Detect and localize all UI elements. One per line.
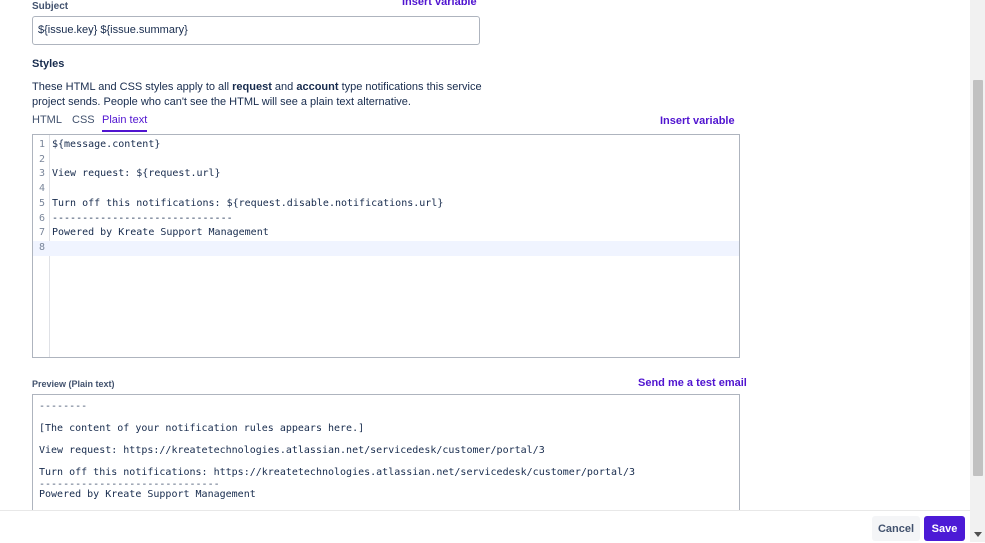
send-test-email-link[interactable]: Send me a test email (638, 377, 747, 389)
code-text: Powered by Kreate Support Management (52, 227, 269, 239)
editor-line[interactable]: 7 Powered by Kreate Support Management (33, 226, 739, 241)
code-text: View request: ${request.url} (52, 168, 221, 180)
styles-description: These HTML and CSS styles apply to all r… (32, 81, 482, 108)
line-number: 6 (38, 212, 45, 224)
line-number: 8 (38, 241, 45, 253)
preview-line: -------- (39, 401, 88, 412)
tab-css[interactable]: CSS (72, 114, 95, 130)
preview-line: View request: https://kreatetechnologies… (39, 445, 545, 456)
subject-label: Subject (32, 1, 69, 12)
plain-text-preview: -------- [The content of your notificati… (32, 394, 740, 510)
scrollbar-thumb[interactable] (973, 80, 983, 476)
line-number: 4 (38, 183, 45, 195)
editor-line[interactable]: 2 (33, 153, 739, 168)
editor-line[interactable]: 1 ${message.content} (33, 138, 739, 153)
footer-bar (0, 510, 970, 543)
tab-html[interactable]: HTML (32, 114, 62, 130)
code-text: ------------------------------ (52, 212, 233, 224)
editor-line[interactable]: 4 (33, 182, 739, 197)
code-text: ${message.content} (52, 139, 161, 150)
notification-template-editor: Subject Insert variable ${issue.key} ${i… (0, 0, 970, 510)
editor-line[interactable]: 5 Turn off this notifications: ${request.… (33, 197, 739, 212)
styles-heading: Styles (32, 58, 65, 70)
editor-line[interactable]: 3 View request: ${request.url} (33, 167, 739, 182)
line-number: 3 (38, 168, 45, 180)
cancel-button[interactable]: Cancel (872, 516, 920, 541)
line-number: 7 (38, 227, 45, 239)
preview-line: [The content of your notification rules … (39, 423, 365, 434)
preview-label: Preview (Plain text) (32, 379, 115, 389)
preview-line: Powered by Kreate Support Management (39, 489, 256, 500)
editor-line[interactable]: 8 (33, 240, 739, 256)
line-number: 5 (38, 197, 45, 209)
subject-insert-variable-link[interactable]: Insert variable (402, 0, 477, 8)
subject-input[interactable]: ${issue.key} ${issue.summary} (32, 16, 480, 45)
save-button[interactable]: Save (924, 516, 965, 541)
plain-text-code-editor[interactable]: 1 ${message.content} 2 3 View request: ${req… (32, 134, 740, 358)
line-number: 2 (38, 153, 45, 165)
scroll-down-arrow-icon[interactable] (974, 532, 982, 537)
insert-variable-link[interactable]: Insert variable (660, 115, 735, 127)
line-number: 1 (38, 139, 45, 150)
tab-plain-text[interactable]: Plain text (102, 114, 148, 132)
editor-line[interactable]: 6 ------------------------------ (33, 212, 739, 227)
code-text: Turn off this notifications: ${request.d… (52, 197, 444, 209)
preview-line: Turn off this notifications: https://kre… (39, 467, 636, 478)
